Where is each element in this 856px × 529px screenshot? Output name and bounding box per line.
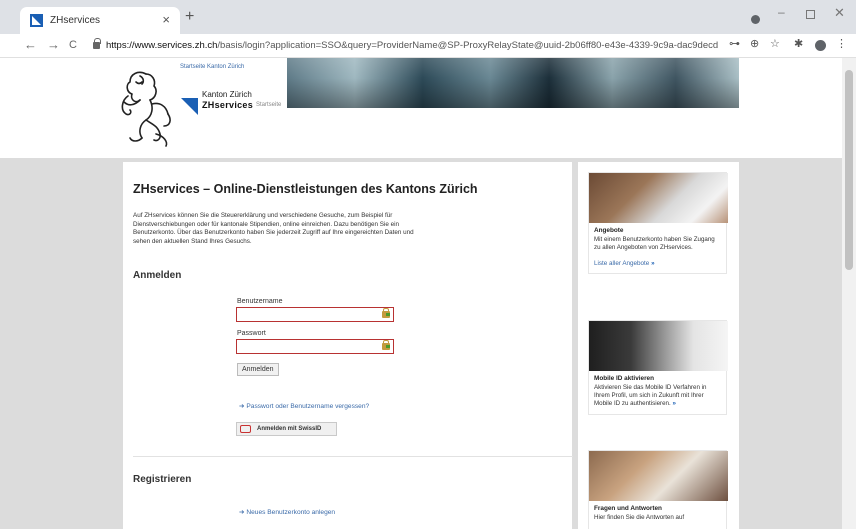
chevron-right-icon: » <box>651 260 655 267</box>
intro-text: Auf ZHservices können Sie die Steuererkl… <box>133 212 414 245</box>
card-title: Mobile ID aktivieren <box>594 375 655 382</box>
window-close-button[interactable]: ✕ <box>834 5 845 21</box>
browser-tab[interactable]: ZHservices × <box>20 7 180 34</box>
profile-avatar-icon[interactable] <box>815 40 826 51</box>
scrollbar-thumb[interactable] <box>845 70 853 270</box>
card-image-laptop <box>589 173 728 223</box>
register-heading: Registrieren <box>133 474 192 485</box>
zh-favicon-icon <box>30 14 43 27</box>
tab-close-icon[interactable]: × <box>162 12 170 27</box>
swissid-icon <box>240 425 251 433</box>
chevron-right-icon[interactable]: » <box>672 400 675 407</box>
zoom-icon[interactable]: ⊕ <box>750 39 759 50</box>
username-label: Benutzername <box>237 298 283 305</box>
arrow-right-icon: ➔ <box>239 509 245 516</box>
offers-list-text: Liste aller Angebote <box>594 260 650 267</box>
key-icon[interactable]: ⊶ <box>729 39 740 50</box>
forward-button[interactable]: → <box>47 38 60 51</box>
window-maximize-button[interactable] <box>806 10 815 19</box>
page-title: ZHservices – Online-Dienstleistungen des… <box>133 182 478 196</box>
card-faq: Fragen und Antworten Hier finden Sie die… <box>588 450 728 529</box>
forgot-credentials-link[interactable]: ➔ Passwort oder Benutzername vergessen? <box>239 402 369 410</box>
password-manager-icon[interactable] <box>382 308 390 318</box>
site-header: Startseite Kanton Zürich Kanton Zürich Z… <box>0 58 842 158</box>
bookmark-star-icon[interactable]: ☆ <box>770 39 780 50</box>
card-mobile-id: Mobile ID aktivieren Aktivieren Sie das … <box>588 320 728 415</box>
header-banner-image <box>287 58 739 108</box>
sidebar: Angebote Mit einem Benutzerkonto haben S… <box>578 162 739 529</box>
address-bar[interactable]: https://www.services.zh.ch/basis/login?a… <box>106 40 718 51</box>
section-divider <box>133 456 573 457</box>
card-image-hands <box>589 451 728 501</box>
password-input[interactable] <box>236 339 394 354</box>
kanton-name: Kanton Zürich <box>202 90 252 99</box>
password-manager-icon[interactable] <box>382 340 390 350</box>
card-text: Mit einem Benutzerkonto haben Sie Zugang… <box>594 236 715 251</box>
card-image-phone <box>589 321 728 371</box>
page-viewport: Startseite Kanton Zürich Kanton Zürich Z… <box>0 58 842 529</box>
tab-title: ZHservices <box>50 15 101 26</box>
url-path: /basis/login?application=SSO&query=Provi… <box>217 40 718 51</box>
menu-dots-icon[interactable]: ⋮ <box>836 39 847 50</box>
browser-toolbar: ← → C https://www.services.zh.ch/basis/l… <box>0 34 856 58</box>
card-title: Angebote <box>594 227 624 234</box>
card-angebote: Angebote Mit einem Benutzerkonto haben S… <box>588 172 728 274</box>
card-text: Hier finden Sie die Antworten auf <box>594 514 685 521</box>
forgot-credentials-text: Passwort oder Benutzername vergessen? <box>246 403 370 410</box>
url-domain: https://www.services.zh.ch <box>106 40 218 51</box>
login-button[interactable]: Anmelden <box>237 363 279 376</box>
zh-logo-icon[interactable] <box>181 98 198 115</box>
swissid-login-button[interactable]: Anmelden mit SwissID <box>236 422 337 436</box>
password-label: Passwort <box>237 330 266 337</box>
window-minimize-button[interactable]: – <box>778 5 785 19</box>
back-button[interactable]: ← <box>24 38 37 51</box>
startseite-kanton-link[interactable]: Startseite Kanton Zürich <box>180 64 244 70</box>
chrome-profile-icon[interactable] <box>751 15 760 24</box>
main-content: ZHservices – Online-Dienstleistungen des… <box>123 162 573 529</box>
new-account-link[interactable]: ➔ Neues Benutzerkonto anlegen <box>239 508 335 516</box>
new-account-text: Neues Benutzerkonto anlegen <box>246 509 336 516</box>
lock-icon[interactable] <box>93 38 101 49</box>
zhservices-brand[interactable]: ZHservices <box>202 100 253 110</box>
offers-list-link[interactable]: Liste aller Angebote » <box>594 260 721 267</box>
zurich-lion-logo[interactable] <box>116 66 176 148</box>
card-text: Aktivieren Sie das Mobile ID Verfahren i… <box>594 384 707 407</box>
browser-tab-bar: ZHservices × + – ✕ <box>0 0 856 34</box>
page-scrollbar[interactable] <box>842 58 856 529</box>
new-tab-button[interactable]: + <box>185 9 194 25</box>
extensions-puzzle-icon[interactable]: ✱ <box>794 39 803 50</box>
brand-startseite-link[interactable]: Startseite <box>256 102 281 108</box>
reload-button[interactable]: C <box>69 40 77 51</box>
arrow-right-icon: ➔ <box>239 403 245 410</box>
username-input[interactable] <box>236 307 394 322</box>
login-heading: Anmelden <box>133 270 182 281</box>
swissid-button-label: Anmelden mit SwissID <box>257 426 322 432</box>
card-title: Fragen und Antworten <box>594 505 662 512</box>
